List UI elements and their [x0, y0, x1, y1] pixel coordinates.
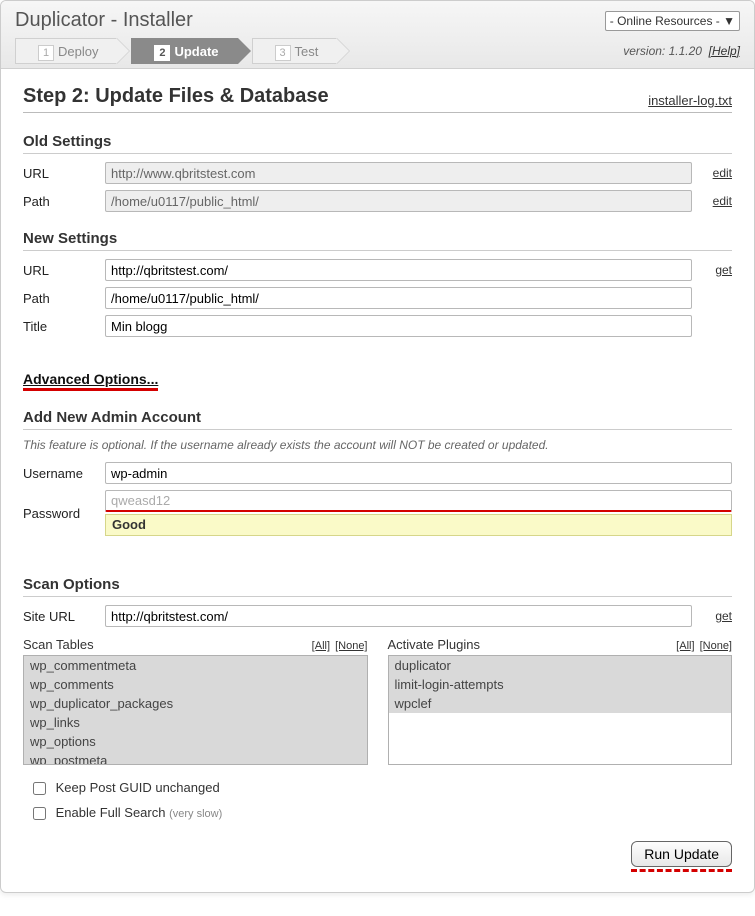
wizard-step-test[interactable]: 3 Test — [252, 38, 338, 64]
new-url-label: URL — [23, 263, 105, 278]
username-label: Username — [23, 466, 105, 481]
step-label: Test — [295, 44, 319, 59]
old-path-label: Path — [23, 194, 105, 209]
new-path-input[interactable] — [105, 287, 692, 309]
step-title: Step 2: Update Files & Database — [23, 85, 329, 108]
password-label: Password — [23, 506, 105, 521]
old-url-input — [105, 162, 692, 184]
advanced-options-link[interactable]: Advanced Options... — [23, 371, 158, 391]
siteurl-label: Site URL — [23, 609, 105, 624]
step-number: 3 — [275, 45, 291, 61]
list-item[interactable]: wp_links — [24, 713, 367, 732]
list-item[interactable]: wp_duplicator_packages — [24, 694, 367, 713]
new-path-label: Path — [23, 291, 105, 306]
old-settings-heading: Old Settings — [23, 133, 732, 154]
activate-plugins-title: Activate Plugins — [388, 637, 481, 652]
help-link[interactable]: [Help] — [709, 44, 740, 58]
old-url-edit-link[interactable]: edit — [713, 166, 732, 180]
online-resources-dropdown[interactable]: - Online Resources - ▼ — [605, 11, 740, 31]
list-item[interactable]: wp_postmeta — [24, 751, 367, 765]
wizard-step-update[interactable]: 2 Update — [131, 38, 237, 64]
list-item[interactable]: wpclef — [389, 694, 732, 713]
plugins-none-link[interactable]: [None] — [700, 640, 732, 652]
scan-heading: Scan Options — [23, 576, 732, 597]
new-title-input[interactable] — [105, 315, 692, 337]
tables-none-link[interactable]: [None] — [335, 640, 367, 652]
tables-all-link[interactable]: [All] — [312, 640, 330, 652]
new-settings-heading: New Settings — [23, 230, 732, 251]
activate-plugins-listbox[interactable]: duplicator limit-login-attempts wpclef — [388, 655, 733, 765]
new-title-label: Title — [23, 319, 105, 334]
new-url-input[interactable] — [105, 259, 692, 281]
installer-log-link[interactable]: installer-log.txt — [648, 93, 732, 108]
wizard-steps: 1 Deploy 2 Update 3 Test — [15, 38, 351, 64]
new-url-get-link[interactable]: get — [715, 263, 732, 277]
app-title: Duplicator - Installer — [15, 9, 193, 32]
list-item[interactable]: wp_commentmeta — [24, 656, 367, 675]
very-slow-note: (very slow) — [169, 808, 222, 820]
guid-checkbox[interactable] — [33, 782, 46, 795]
scan-tables-listbox[interactable]: wp_commentmeta wp_comments wp_duplicator… — [23, 655, 368, 765]
fullsearch-checkbox-label[interactable]: Enable Full Search (very slow) — [29, 804, 732, 823]
step-number: 2 — [154, 45, 170, 61]
password-strength: Good — [105, 514, 732, 536]
list-item[interactable]: wp_options — [24, 732, 367, 751]
version-info: version: 1.1.20 [Help] — [623, 44, 740, 58]
step-label: Update — [174, 44, 218, 59]
wizard-step-deploy[interactable]: 1 Deploy — [15, 38, 117, 64]
step-number: 1 — [38, 45, 54, 61]
run-update-button[interactable]: Run Update — [631, 841, 732, 867]
password-input[interactable] — [105, 490, 732, 512]
scan-tables-title: Scan Tables — [23, 637, 94, 652]
guid-checkbox-label[interactable]: Keep Post GUID unchanged — [29, 779, 732, 798]
list-item[interactable]: wp_comments — [24, 675, 367, 694]
username-input[interactable] — [105, 462, 732, 484]
fullsearch-checkbox[interactable] — [33, 807, 46, 820]
plugins-all-link[interactable]: [All] — [676, 640, 694, 652]
step-label: Deploy — [58, 44, 98, 59]
old-path-input — [105, 190, 692, 212]
old-path-edit-link[interactable]: edit — [713, 194, 732, 208]
list-item[interactable]: limit-login-attempts — [389, 675, 732, 694]
siteurl-input[interactable] — [105, 605, 692, 627]
admin-heading: Add New Admin Account — [23, 409, 732, 430]
list-item[interactable]: duplicator — [389, 656, 732, 675]
old-url-label: URL — [23, 166, 105, 181]
admin-hint: This feature is optional. If the usernam… — [23, 438, 732, 452]
siteurl-get-link[interactable]: get — [715, 609, 732, 623]
